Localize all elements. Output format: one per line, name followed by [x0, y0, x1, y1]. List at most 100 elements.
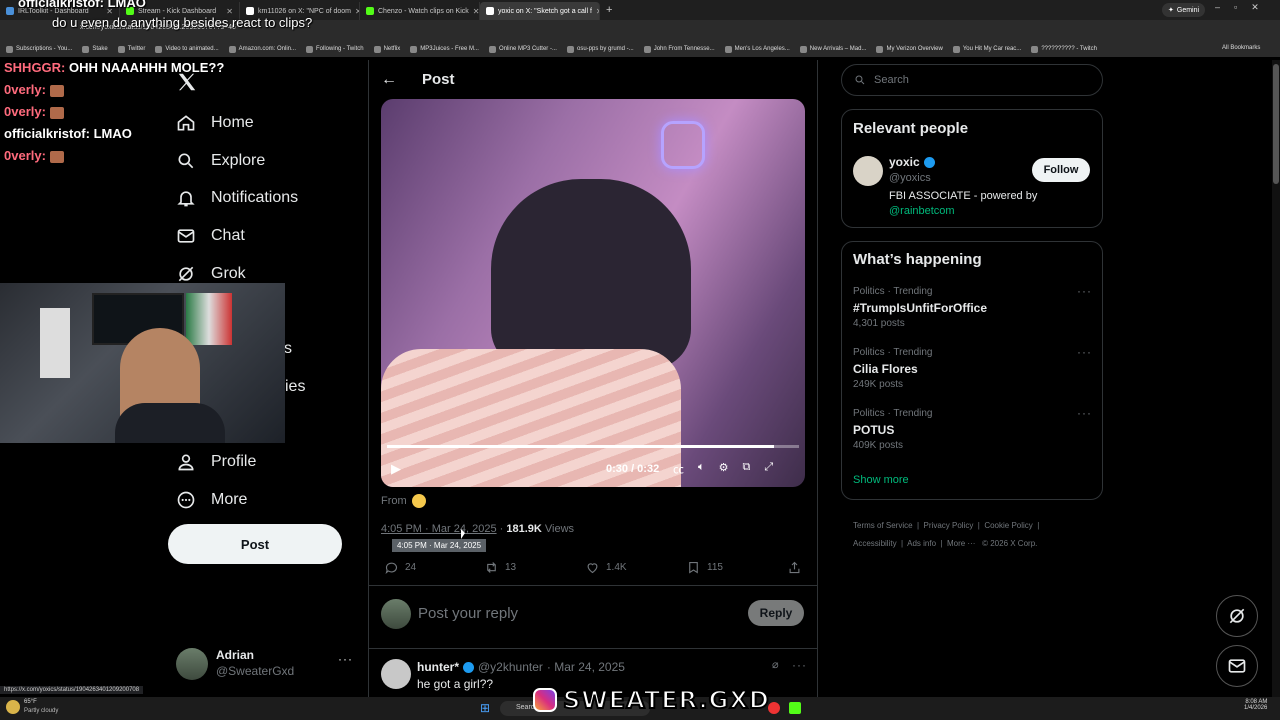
trend-more-icon[interactable]: ··· [1077, 284, 1092, 298]
grok-icon[interactable]: ⌀ [772, 658, 779, 671]
account-avatar[interactable] [176, 648, 208, 680]
bookmark-item[interactable]: Online MP3 Cutter -... [488, 45, 557, 53]
reply-input[interactable]: Post your reply [418, 605, 518, 622]
bookmark-item[interactable]: Stake [82, 45, 108, 53]
minimize-icon[interactable]: – [1215, 2, 1220, 13]
search-input[interactable]: Search [841, 64, 1103, 96]
restore-icon[interactable]: ▫ [1234, 2, 1237, 13]
nav-partial-label: s [284, 340, 292, 357]
weather-desc: Partly cloudy [24, 708, 59, 714]
bookmark-item[interactable]: My Verizon Overview [876, 45, 943, 53]
repost-icon [487, 562, 496, 573]
bookmark-item[interactable]: New Arrivals – Mad... [799, 45, 866, 53]
reply-button[interactable]: Reply [748, 600, 804, 626]
browser-tab[interactable]: Chenzo - Watch clips on Kick ✕ [360, 2, 480, 20]
show-more-link[interactable]: Show more [853, 474, 909, 486]
nav-item-home[interactable]: Home [176, 113, 254, 133]
person-name[interactable]: yoxic [889, 155, 920, 169]
gemini-button[interactable]: ✦ Gemini [1162, 3, 1206, 17]
fullscreen-icon[interactable]: ⤢ [764, 461, 773, 477]
person-avatar[interactable] [853, 156, 883, 186]
tab-close-icon[interactable]: ✕ [473, 7, 479, 16]
bookmark-item[interactable]: You Hit My Car reac... [952, 45, 1021, 53]
messages-float-button[interactable] [1216, 645, 1258, 687]
trend-title[interactable]: POTUS [853, 423, 894, 437]
follow-button[interactable]: Follow [1032, 158, 1090, 182]
x-logo-icon[interactable] [176, 71, 198, 93]
reply-author-name[interactable]: hunter* [417, 660, 459, 674]
bookmark-favicon-icon [799, 45, 807, 53]
video-progress-fill [387, 445, 775, 448]
streamer-shirt [115, 403, 225, 443]
volume-icon[interactable]: 🔈︎ [698, 461, 705, 477]
trend-title[interactable]: #TrumpIsUnfitForOffice [853, 301, 987, 315]
captions-icon[interactable]: ㏄ [673, 461, 684, 477]
play-icon[interactable]: ▶ [391, 461, 401, 477]
video-progress-track[interactable] [387, 445, 799, 448]
compose-post-button[interactable]: Post [168, 524, 342, 564]
reply-more-icon[interactable]: ··· [792, 658, 807, 672]
jersey-image [40, 308, 70, 378]
bookmark-item[interactable]: Men's Los Angeles... [724, 45, 790, 53]
bookmark-item[interactable]: MP3Juices - Free M... [410, 45, 479, 53]
scrollbar-thumb[interactable] [1273, 64, 1279, 184]
page-scrollbar[interactable] [1272, 60, 1280, 697]
nav-item-chat[interactable]: Chat [176, 226, 245, 246]
person-bio-link[interactable]: @rainbetcom [889, 205, 955, 217]
nav-item-explore[interactable]: Explore [176, 151, 265, 171]
nav-item-profile[interactable]: Profile [176, 452, 256, 472]
footer-link[interactable]: More ··· [947, 539, 975, 548]
back-arrow-icon[interactable]: ← [381, 71, 397, 89]
share-action[interactable] [787, 560, 802, 575]
close-window-icon[interactable]: ✕ [1251, 2, 1259, 13]
pip-icon[interactable]: ⧉ [742, 461, 750, 477]
like-action[interactable]: 1.4K [585, 560, 627, 575]
video-player[interactable]: ▶ 0:30 / 0:32 ㏄ 🔈︎ ⚙︎ ⧉ ⤢ [381, 99, 805, 487]
trend-more-icon[interactable]: ··· [1077, 406, 1092, 420]
footer-link[interactable]: Ads info [907, 539, 936, 548]
reply-author-avatar[interactable] [381, 659, 411, 689]
bookmark-action[interactable]: 115 [686, 560, 723, 575]
bookmark-item[interactable]: Netflix [373, 45, 400, 53]
nav-item-more[interactable]: More [176, 490, 247, 510]
reply-action[interactable]: 24 [384, 560, 416, 575]
bookmark-favicon-icon [373, 45, 381, 53]
post-timestamp[interactable]: 4:05 PM · Mar 24, 2025 [381, 523, 497, 535]
trend-title[interactable]: Cilia Flores [853, 362, 918, 376]
kick-app-icon[interactable] [789, 702, 801, 714]
search-icon [178, 153, 194, 169]
mail-icon [1228, 659, 1246, 673]
bookmark-item[interactable]: Twitter [117, 45, 145, 53]
bookmark-item[interactable]: John From Tennesse... [643, 45, 715, 53]
bookmark-favicon-icon [566, 45, 574, 53]
bookmark-item[interactable]: Video to animated... [155, 45, 219, 53]
footer-link[interactable]: Accessibility [853, 539, 897, 548]
bookmark-favicon-icon [724, 45, 732, 53]
trend-more-icon[interactable]: ··· [1077, 345, 1092, 359]
reply-author-handle[interactable]: @y2khunter [478, 660, 543, 674]
settings-icon[interactable]: ⚙︎ [719, 461, 729, 477]
footer-link[interactable]: Cookie Policy [984, 521, 1032, 530]
app-icon[interactable] [768, 702, 780, 714]
grok-float-button[interactable] [1216, 595, 1258, 637]
bookmark-item[interactable]: Following - Twitch [306, 45, 364, 53]
nav-item-grok[interactable]: Grok [176, 264, 246, 284]
bookmark-favicon-icon [643, 45, 651, 53]
new-tab-icon[interactable]: + [600, 4, 618, 16]
footer-links: Terms of Service | Privacy Policy | Cook… [853, 521, 1040, 548]
bookmark-item[interactable]: Subscriptions - You... [6, 45, 72, 53]
bookmark-item[interactable]: osu-pps by grumd -... [566, 45, 634, 53]
windows-start-icon[interactable]: ⊞ [480, 701, 490, 715]
account-menu-icon[interactable]: ··· [338, 652, 353, 666]
repost-action[interactable]: 13 [484, 560, 516, 575]
nav-item-notifications[interactable]: Notifications [176, 188, 298, 208]
footer-link[interactable]: Privacy Policy [924, 521, 974, 530]
bookmark-item[interactable]: ?????????? - Twitch [1031, 45, 1097, 53]
trend-count: 249K posts [853, 379, 904, 390]
bookmark-icon [689, 561, 698, 574]
bookmark-item[interactable]: Amazon.com: Onlin... [228, 45, 296, 53]
footer-link[interactable]: Terms of Service [853, 521, 913, 530]
all-bookmarks-button[interactable]: All Bookmarks [1222, 45, 1260, 51]
browser-tab-active[interactable]: yoxic on X: "Sketch got a call f✕ [480, 2, 600, 20]
bookmark-favicon-icon [82, 45, 90, 53]
